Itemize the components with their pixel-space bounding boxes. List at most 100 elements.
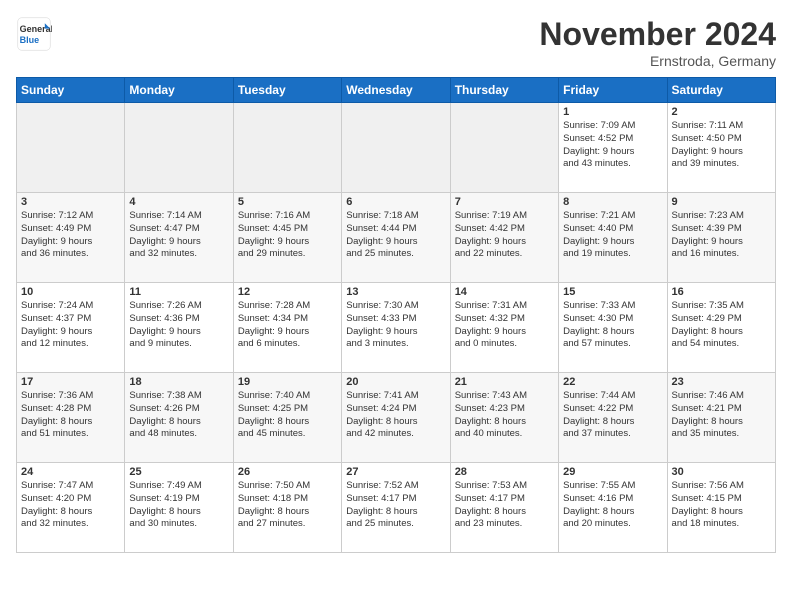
day-info: Sunrise: 7:24 AM Sunset: 4:37 PM Dayligh… [21, 300, 120, 351]
day-info: Sunrise: 7:33 AM Sunset: 4:30 PM Dayligh… [563, 300, 662, 351]
logo: General Blue [16, 16, 52, 52]
day-number: 15 [563, 286, 662, 298]
calendar-cell: 1 Sunrise: 7:09 AM Sunset: 4:52 PM Daylig… [559, 103, 667, 193]
day-info: Sunrise: 7:46 AM Sunset: 4:21 PM Dayligh… [672, 390, 771, 441]
calendar-cell: 9Sunrise: 7:23 AM Sunset: 4:39 PM Daylig… [667, 193, 775, 283]
weekday-header-tuesday: Tuesday [233, 78, 341, 103]
day-number: 25 [129, 466, 228, 478]
calendar-cell: 27Sunrise: 7:52 AM Sunset: 4:17 PM Dayli… [342, 463, 450, 553]
calendar-table: SundayMondayTuesdayWednesdayThursdayFrid… [16, 77, 776, 553]
weekday-header-wednesday: Wednesday [342, 78, 450, 103]
day-number: 22 [563, 376, 662, 388]
day-number: 21 [455, 376, 554, 388]
calendar-cell: 14 Sunrise: 7:31 AM Sunset: 4:32 PM Dayli… [450, 283, 558, 373]
day-info: Sunrise: 7:49 AM Sunset: 4:19 PM Dayligh… [129, 480, 228, 531]
calendar-cell: 15 Sunrise: 7:33 AM Sunset: 4:30 PM Dayli… [559, 283, 667, 373]
weekday-header-friday: Friday [559, 78, 667, 103]
day-number: 10 [21, 286, 120, 298]
day-number: 28 [455, 466, 554, 478]
day-number: 14 [455, 286, 554, 298]
weekday-header-row: SundayMondayTuesdayWednesdayThursdayFrid… [17, 78, 776, 103]
day-info: Sunrise: 7:41 AM Sunset: 4:24 PM Dayligh… [346, 390, 445, 441]
day-info: Sunrise: 7:11 AM Sunset: 4:50 PM Dayligh… [672, 120, 771, 171]
week-row-5: 24 Sunrise: 7:47 AM Sunset: 4:20 PM Dayli… [17, 463, 776, 553]
calendar-cell: 12 Sunrise: 7:28 AM Sunset: 4:34 PM Dayli… [233, 283, 341, 373]
calendar-cell: 18Sunrise: 7:38 AM Sunset: 4:26 PM Dayli… [125, 373, 233, 463]
calendar-cell: 17 Sunrise: 7:36 AM Sunset: 4:28 PM Dayli… [17, 373, 125, 463]
day-info: Sunrise: 7:16 AM Sunset: 4:45 PM Dayligh… [238, 210, 337, 261]
day-info: Sunrise: 7:26 AM Sunset: 4:36 PM Dayligh… [129, 300, 228, 351]
calendar-cell: 5 Sunrise: 7:16 AM Sunset: 4:45 PM Daylig… [233, 193, 341, 283]
day-number: 11 [129, 286, 228, 298]
weekday-header-saturday: Saturday [667, 78, 775, 103]
day-number: 7 [455, 196, 554, 208]
calendar-cell: 30Sunrise: 7:56 AM Sunset: 4:15 PM Dayli… [667, 463, 775, 553]
day-number: 12 [238, 286, 337, 298]
calendar-cell: 25 Sunrise: 7:49 AM Sunset: 4:19 PM Dayli… [125, 463, 233, 553]
day-number: 24 [21, 466, 120, 478]
day-number: 1 [563, 106, 662, 118]
day-info: Sunrise: 7:55 AM Sunset: 4:16 PM Dayligh… [563, 480, 662, 531]
day-info: Sunrise: 7:31 AM Sunset: 4:32 PM Dayligh… [455, 300, 554, 351]
day-number: 30 [672, 466, 771, 478]
calendar-cell: 10 Sunrise: 7:24 AM Sunset: 4:37 PM Dayli… [17, 283, 125, 373]
day-info: Sunrise: 7:47 AM Sunset: 4:20 PM Dayligh… [21, 480, 120, 531]
day-number: 29 [563, 466, 662, 478]
calendar-cell [125, 103, 233, 193]
day-number: 27 [346, 466, 445, 478]
weekday-header-sunday: Sunday [17, 78, 125, 103]
week-row-3: 10 Sunrise: 7:24 AM Sunset: 4:37 PM Dayli… [17, 283, 776, 373]
week-row-1: 1 Sunrise: 7:09 AM Sunset: 4:52 PM Daylig… [17, 103, 776, 193]
day-number: 9 [672, 196, 771, 208]
location: Ernstroda, Germany [539, 53, 776, 69]
week-row-4: 17 Sunrise: 7:36 AM Sunset: 4:28 PM Dayli… [17, 373, 776, 463]
logo-icon: General Blue [16, 16, 52, 52]
calendar-cell: 20 Sunrise: 7:41 AM Sunset: 4:24 PM Dayli… [342, 373, 450, 463]
calendar-cell: 21 Sunrise: 7:43 AM Sunset: 4:23 PM Dayli… [450, 373, 558, 463]
calendar-cell: 24 Sunrise: 7:47 AM Sunset: 4:20 PM Dayli… [17, 463, 125, 553]
day-number: 26 [238, 466, 337, 478]
day-info: Sunrise: 7:36 AM Sunset: 4:28 PM Dayligh… [21, 390, 120, 441]
calendar-cell: 7 Sunrise: 7:19 AM Sunset: 4:42 PM Daylig… [450, 193, 558, 283]
day-info: Sunrise: 7:21 AM Sunset: 4:40 PM Dayligh… [563, 210, 662, 261]
week-row-2: 3Sunrise: 7:12 AM Sunset: 4:49 PM Daylig… [17, 193, 776, 283]
day-info: Sunrise: 7:14 AM Sunset: 4:47 PM Dayligh… [129, 210, 228, 261]
calendar-cell: 19 Sunrise: 7:40 AM Sunset: 4:25 PM Dayli… [233, 373, 341, 463]
calendar-cell: 2Sunrise: 7:11 AM Sunset: 4:50 PM Daylig… [667, 103, 775, 193]
day-info: Sunrise: 7:09 AM Sunset: 4:52 PM Dayligh… [563, 120, 662, 171]
day-number: 8 [563, 196, 662, 208]
day-info: Sunrise: 7:28 AM Sunset: 4:34 PM Dayligh… [238, 300, 337, 351]
weekday-header-monday: Monday [125, 78, 233, 103]
day-info: Sunrise: 7:43 AM Sunset: 4:23 PM Dayligh… [455, 390, 554, 441]
calendar-cell: 22 Sunrise: 7:44 AM Sunset: 4:22 PM Dayli… [559, 373, 667, 463]
calendar-cell [17, 103, 125, 193]
calendar-cell: 6Sunrise: 7:18 AM Sunset: 4:44 PM Daylig… [342, 193, 450, 283]
calendar-cell: 4Sunrise: 7:14 AM Sunset: 4:47 PM Daylig… [125, 193, 233, 283]
month-title: November 2024 [539, 16, 776, 53]
day-info: Sunrise: 7:50 AM Sunset: 4:18 PM Dayligh… [238, 480, 337, 531]
day-info: Sunrise: 7:53 AM Sunset: 4:17 PM Dayligh… [455, 480, 554, 531]
calendar-cell [233, 103, 341, 193]
day-info: Sunrise: 7:35 AM Sunset: 4:29 PM Dayligh… [672, 300, 771, 351]
day-info: Sunrise: 7:19 AM Sunset: 4:42 PM Dayligh… [455, 210, 554, 261]
calendar-cell: 23Sunrise: 7:46 AM Sunset: 4:21 PM Dayli… [667, 373, 775, 463]
day-number: 20 [346, 376, 445, 388]
day-number: 5 [238, 196, 337, 208]
day-info: Sunrise: 7:44 AM Sunset: 4:22 PM Dayligh… [563, 390, 662, 441]
day-info: Sunrise: 7:18 AM Sunset: 4:44 PM Dayligh… [346, 210, 445, 261]
svg-text:Blue: Blue [20, 35, 40, 45]
day-info: Sunrise: 7:40 AM Sunset: 4:25 PM Dayligh… [238, 390, 337, 441]
calendar-cell [342, 103, 450, 193]
day-number: 19 [238, 376, 337, 388]
calendar-cell: 13Sunrise: 7:30 AM Sunset: 4:33 PM Dayli… [342, 283, 450, 373]
calendar-cell: 26 Sunrise: 7:50 AM Sunset: 4:18 PM Dayli… [233, 463, 341, 553]
calendar-cell: 11 Sunrise: 7:26 AM Sunset: 4:36 PM Dayli… [125, 283, 233, 373]
title-block: November 2024 Ernstroda, Germany [539, 16, 776, 69]
day-number: 17 [21, 376, 120, 388]
calendar-cell: 28 Sunrise: 7:53 AM Sunset: 4:17 PM Dayli… [450, 463, 558, 553]
calendar-cell: 8 Sunrise: 7:21 AM Sunset: 4:40 PM Daylig… [559, 193, 667, 283]
calendar-cell: 29 Sunrise: 7:55 AM Sunset: 4:16 PM Dayli… [559, 463, 667, 553]
page-header: General Blue November 2024 Ernstroda, Ge… [16, 16, 776, 69]
day-info: Sunrise: 7:12 AM Sunset: 4:49 PM Dayligh… [21, 210, 120, 261]
calendar-cell [450, 103, 558, 193]
